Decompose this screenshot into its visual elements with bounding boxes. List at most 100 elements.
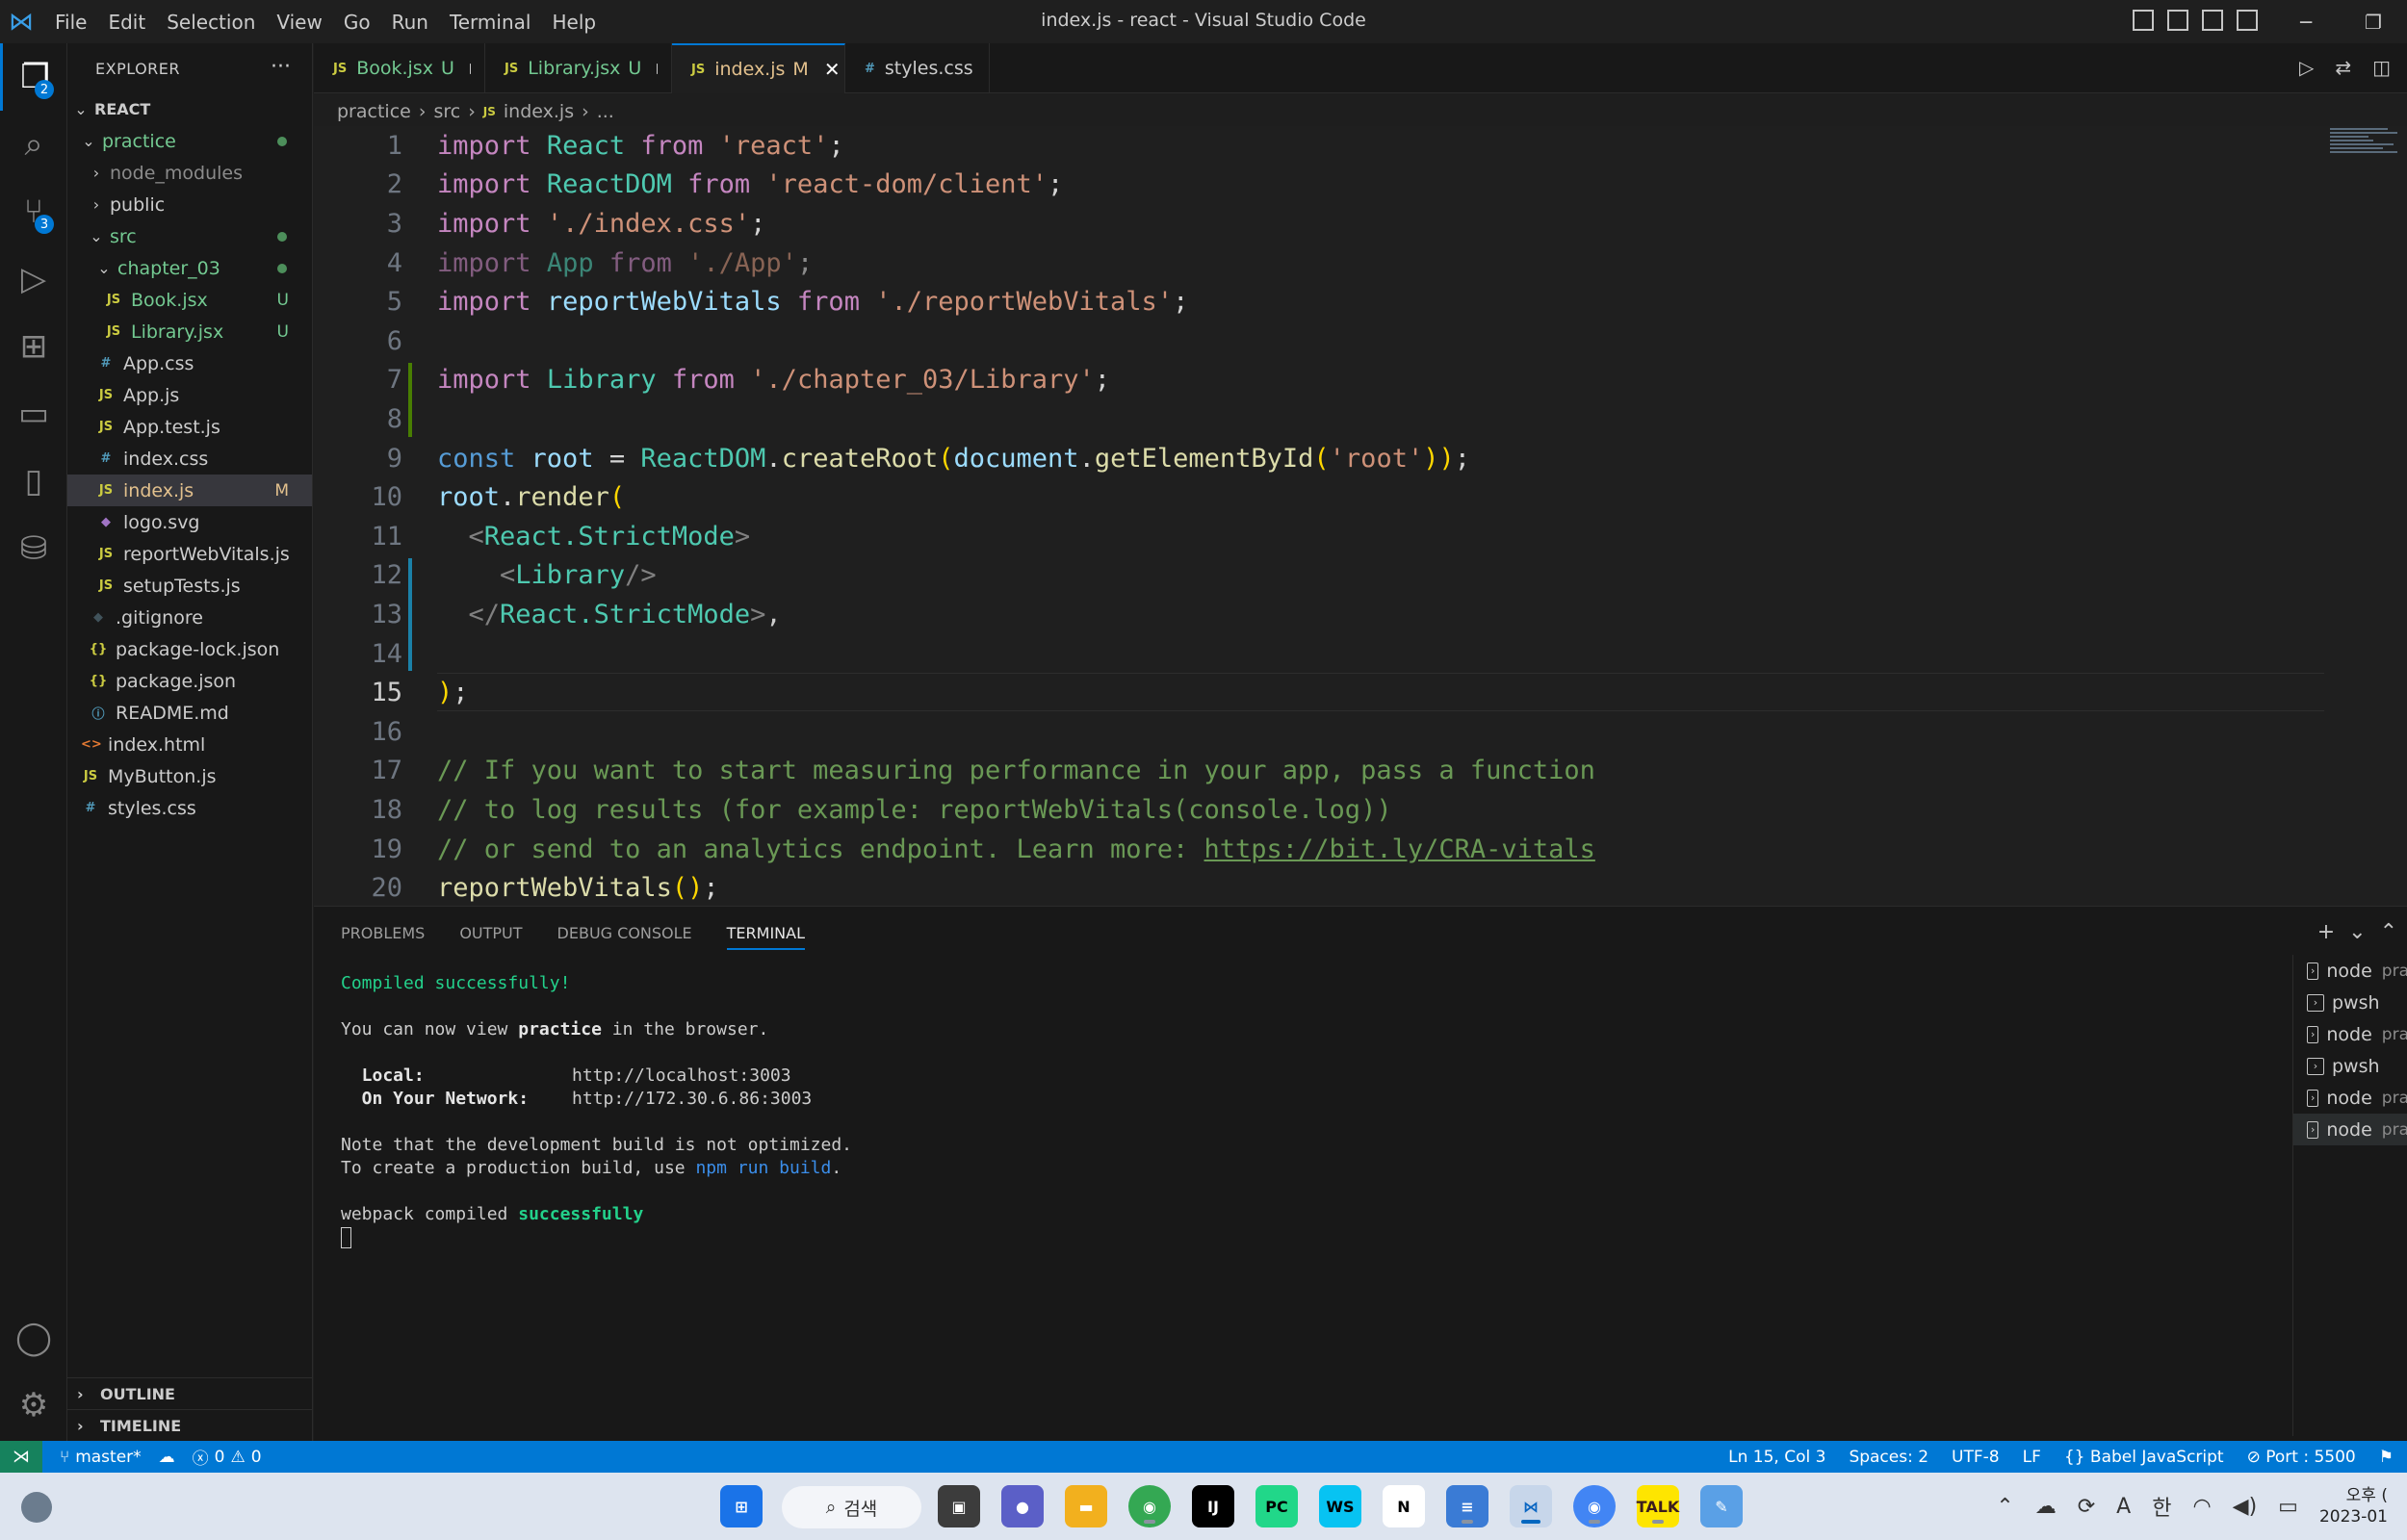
code-line[interactable]: 12 <Library/> xyxy=(314,556,2326,596)
testing-icon[interactable]: ▯ xyxy=(0,448,67,515)
code-line[interactable]: 4 import App from './App'; xyxy=(314,244,2326,283)
notifications-icon[interactable]: ⚑ xyxy=(2379,1448,2394,1467)
outline-section[interactable]: › OUTLINE xyxy=(67,1377,312,1409)
gutter-modified-indicator[interactable] xyxy=(408,557,412,672)
menu-edit[interactable]: Edit xyxy=(97,11,156,34)
minimap[interactable] xyxy=(2330,126,2397,174)
vscode-taskbar-icon[interactable]: ⋈ xyxy=(1510,1485,1552,1527)
code-line[interactable]: 9 const root = ReactDOM.createRoot(docume… xyxy=(314,439,2326,478)
notion-icon[interactable]: N xyxy=(1383,1485,1425,1527)
database-icon[interactable]: ⛁ xyxy=(0,515,67,582)
breadcrumb-item[interactable]: ... xyxy=(597,101,614,122)
code-line[interactable]: 18 // to log results (for example: report… xyxy=(314,790,2326,830)
intellij-icon[interactable]: IJ xyxy=(1192,1485,1234,1527)
toggle-secondary-sidebar-icon[interactable] xyxy=(2202,10,2223,31)
customize-layout-icon[interactable] xyxy=(2237,10,2258,31)
minimize-icon[interactable]: ─ xyxy=(2272,0,2340,43)
editor-tab[interactable]: JS Book.jsx U xyxy=(314,43,485,93)
tree-file[interactable]: JS MyButton.js xyxy=(67,760,312,792)
menu-selection[interactable]: Selection xyxy=(156,11,266,34)
workspace-root[interactable]: ⌄ REACT xyxy=(67,93,312,125)
wifi-icon[interactable]: ◠ xyxy=(2192,1495,2211,1519)
code-line[interactable]: 6 xyxy=(314,321,2326,361)
code-line[interactable]: 16 xyxy=(314,712,2326,752)
editor-tab[interactable]: JS index.js M ✕ xyxy=(672,43,845,93)
search-icon[interactable]: ⌕ xyxy=(0,111,67,178)
maximize-icon[interactable]: ❐ xyxy=(2340,0,2407,43)
tree-file[interactable]: # App.css xyxy=(67,347,312,379)
problems-status[interactable]: ⓧ 0 ⚠ 0 xyxy=(193,1445,262,1470)
pycharm-icon[interactable]: PC xyxy=(1255,1485,1298,1527)
compare-changes-icon[interactable]: ⇄ xyxy=(2335,56,2351,79)
run-icon[interactable]: ▷ xyxy=(2299,56,2314,79)
encoding[interactable]: UTF-8 xyxy=(1952,1448,2000,1467)
toggle-sidebar-icon[interactable] xyxy=(2133,10,2154,31)
tab-problems[interactable]: PROBLEMS xyxy=(341,924,425,942)
tree-file[interactable]: # styles.css xyxy=(67,792,312,824)
language-indicator[interactable]: 한 xyxy=(2152,1491,2171,1522)
terminal-instance[interactable]: › node pra xyxy=(2293,1082,2407,1114)
paint-icon[interactable]: ✎ xyxy=(1700,1485,1743,1527)
terminal-instance[interactable]: › node pra xyxy=(2293,955,2407,987)
code-line[interactable]: 10 root.render( xyxy=(314,477,2326,517)
tree-file[interactable]: {} package-lock.json xyxy=(67,633,312,665)
volume-icon[interactable]: ◀) xyxy=(2233,1495,2258,1519)
weather-widget-icon[interactable] xyxy=(21,1492,52,1523)
tab-output[interactable]: OUTPUT xyxy=(459,924,522,942)
split-editor-icon[interactable]: ◫ xyxy=(2372,56,2391,79)
editor-tab[interactable]: JS Library.jsx U xyxy=(485,43,672,93)
terminal-instance[interactable]: › pwsh xyxy=(2293,1050,2407,1082)
menu-go[interactable]: Go xyxy=(333,11,381,34)
live-server-port[interactable]: ⊘ Port : 5500 xyxy=(2247,1448,2356,1467)
chrome-profile-icon[interactable]: ◉ xyxy=(1573,1485,1616,1527)
tree-file[interactable]: <> index.html xyxy=(67,729,312,760)
terminal-instance[interactable]: › node pra xyxy=(2293,1114,2407,1145)
tree-file[interactable]: ◆ logo.svg xyxy=(67,506,312,538)
tree-folder[interactable]: › public xyxy=(67,189,312,220)
chrome-icon[interactable]: ◉ xyxy=(1128,1485,1171,1527)
code-line[interactable]: 15); xyxy=(314,673,2326,712)
menu-file[interactable]: File xyxy=(44,11,97,34)
start-button-icon[interactable]: ⊞ xyxy=(720,1485,763,1527)
sync-icon[interactable]: ☁ xyxy=(159,1448,175,1467)
teams-chat-icon[interactable]: ● xyxy=(1001,1485,1044,1527)
file-explorer-icon[interactable]: ▬ xyxy=(1065,1485,1107,1527)
ime-mode[interactable]: A xyxy=(2116,1495,2131,1519)
sync-icon[interactable]: ⟳ xyxy=(2078,1495,2095,1519)
tree-folder[interactable]: ⌄ chapter_03 xyxy=(67,252,312,284)
tree-file[interactable]: JS Book.jsx U xyxy=(67,284,312,316)
code-line[interactable]: 17 // If you want to start measuring perf… xyxy=(314,752,2326,791)
close-tab-icon[interactable]: ✕ xyxy=(824,58,841,81)
tree-file[interactable]: JS App.test.js xyxy=(67,411,312,443)
tree-folder[interactable]: › node_modules xyxy=(67,157,312,189)
unsaved-dot-icon[interactable] xyxy=(469,63,471,74)
new-terminal-icon[interactable]: + xyxy=(2317,920,2335,944)
gutter-added-indicator[interactable] xyxy=(408,362,412,437)
taskbar-search[interactable]: ⌕ 검색 xyxy=(782,1486,921,1528)
tree-file[interactable]: JS reportWebVitals.js xyxy=(67,538,312,570)
branch-status[interactable]: ⑂ master* xyxy=(60,1448,142,1467)
tree-file[interactable]: {} package.json xyxy=(67,665,312,697)
webstorm-icon[interactable]: WS xyxy=(1319,1485,1361,1527)
run-debug-icon[interactable]: ▷ xyxy=(0,245,67,313)
code-line[interactable]: 20 reportWebVitals(); xyxy=(314,869,2326,907)
code-line[interactable]: 2 import ReactDOM from 'react-dom/client'… xyxy=(314,166,2326,205)
breadcrumb-item[interactable]: index.js xyxy=(504,101,574,122)
code-line[interactable]: 14 xyxy=(314,634,2326,674)
chevron-up-icon[interactable]: ⌃ xyxy=(1996,1495,2013,1519)
onedrive-icon[interactable]: ☁ xyxy=(2035,1495,2057,1519)
menu-view[interactable]: View xyxy=(266,11,332,34)
code-line[interactable]: 7 import Library from './chapter_03/Libra… xyxy=(314,361,2326,400)
end-of-line[interactable]: LF xyxy=(2023,1448,2041,1467)
tab-terminal[interactable]: TERMINAL xyxy=(726,916,806,950)
timeline-section[interactable]: › TIMELINE xyxy=(67,1409,312,1441)
tree-file[interactable]: JS index.js M xyxy=(67,475,312,506)
tree-file[interactable]: # index.css xyxy=(67,443,312,475)
notepad-icon[interactable]: ≡ xyxy=(1446,1485,1488,1527)
tree-folder[interactable]: ⌄ practice xyxy=(67,125,312,157)
toggle-panel-icon[interactable] xyxy=(2167,10,2188,31)
cursor-position[interactable]: Ln 15, Col 3 xyxy=(1728,1448,1825,1467)
tree-file[interactable]: JS setupTests.js xyxy=(67,570,312,602)
code-editor[interactable]: 1 import React from 'react'; 2 import React… xyxy=(314,126,2407,906)
menu-terminal[interactable]: Terminal xyxy=(439,11,542,34)
